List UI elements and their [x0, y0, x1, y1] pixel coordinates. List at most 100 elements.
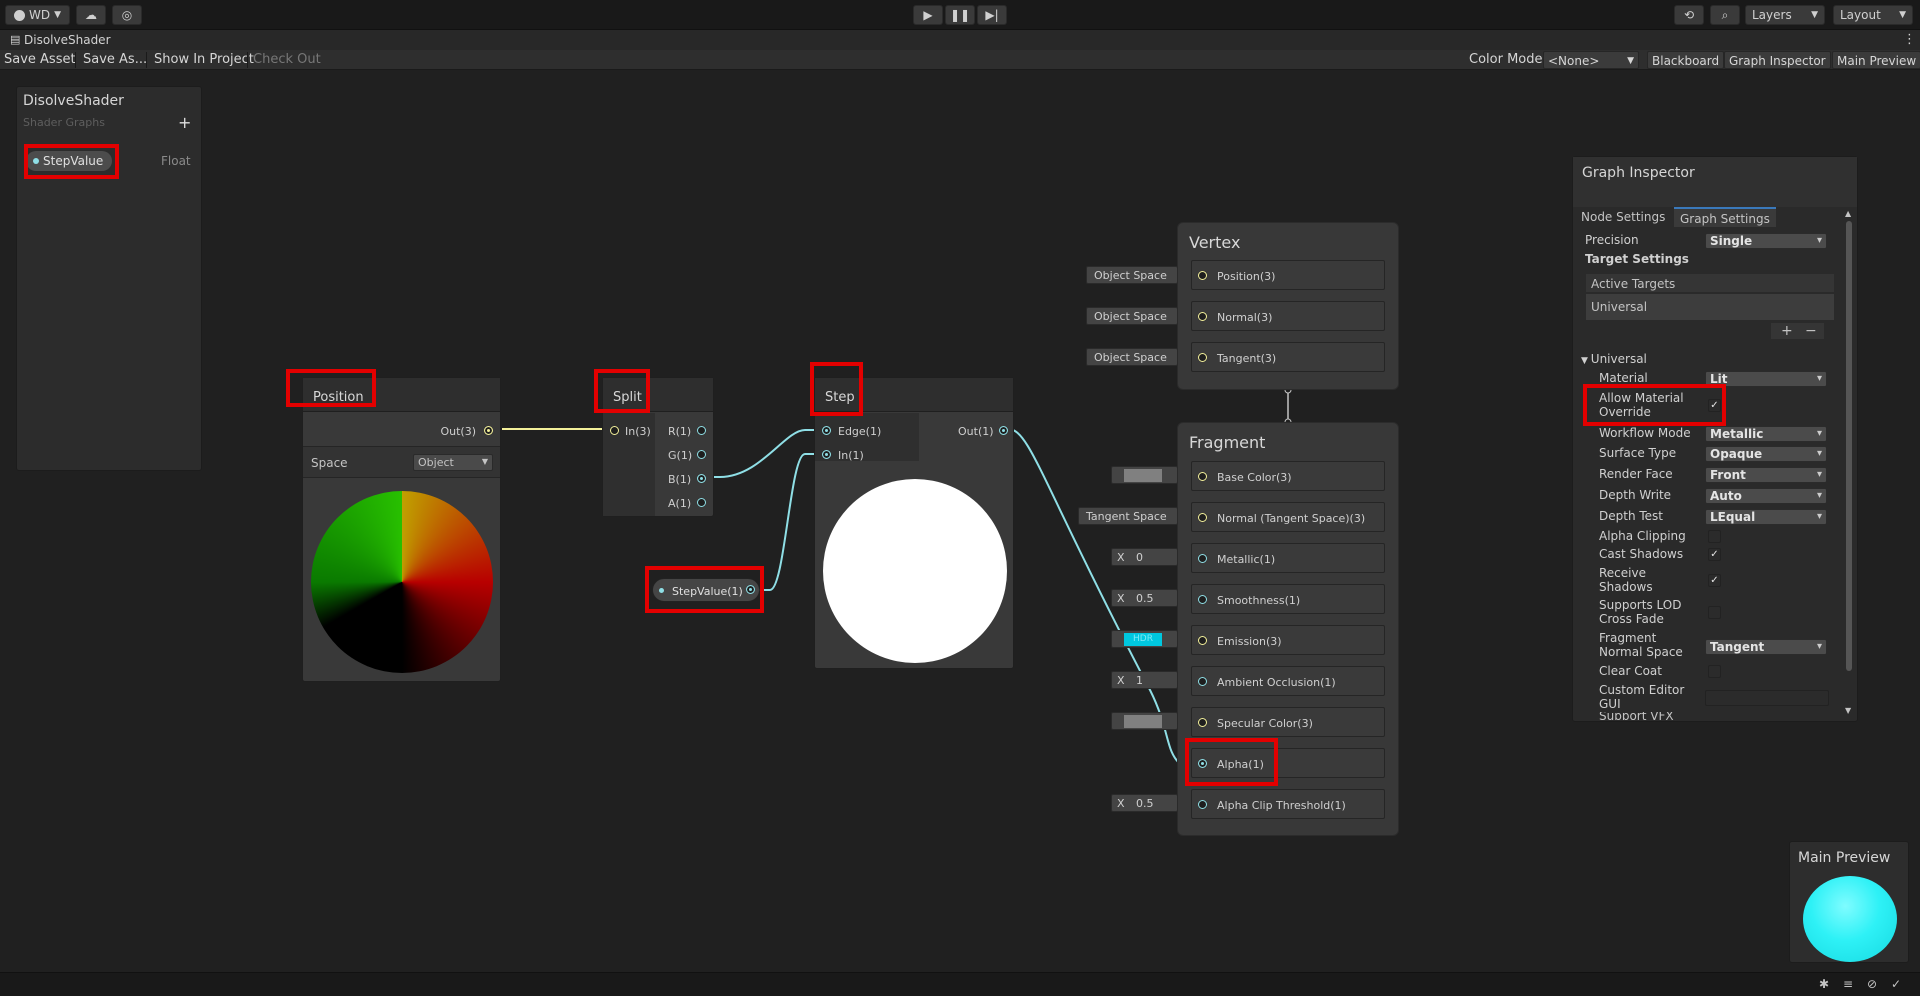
scroll-thumb[interactable]: [1846, 221, 1852, 671]
status-bar: ✱ ≡ ⊘ ✓: [0, 972, 1920, 996]
clear-coat-checkbox[interactable]: [1708, 665, 1721, 678]
normal-input[interactable]: Tangent Space: [1078, 507, 1178, 525]
alpha-port[interactable]: [1198, 759, 1207, 768]
inspector-title: Graph Inspector: [1582, 165, 1695, 181]
fragment-emission-slot[interactable]: Emission(3): [1191, 625, 1385, 655]
alpha-clip-input[interactable]: X 0.5: [1111, 794, 1178, 812]
vertex-normal-space: Object Space: [1094, 310, 1167, 323]
cast-shadows-label: Cast Shadows: [1599, 547, 1684, 561]
step-in-port[interactable]: [822, 450, 831, 459]
metallic-port[interactable]: [1198, 554, 1207, 563]
base-color-input[interactable]: [1111, 466, 1178, 484]
step-edge-port[interactable]: [822, 426, 831, 435]
step-out-port[interactable]: [999, 426, 1008, 435]
vertex-normal-port[interactable]: [1198, 312, 1207, 321]
preview-sphere: [1803, 876, 1897, 962]
vertex-position-input[interactable]: Object Space: [1086, 266, 1178, 284]
precision-dropdown[interactable]: Single: [1705, 233, 1827, 249]
split-in-port[interactable]: [610, 426, 619, 435]
x-label: X: [1117, 797, 1125, 810]
allow-override-checkbox[interactable]: ✓: [1708, 399, 1721, 412]
support-vfx-row: Support VFX: [1599, 712, 1739, 720]
step-node[interactable]: Step Edge(1) In(1) Out(1): [814, 377, 1014, 669]
space-value: Object: [418, 456, 454, 469]
vertex-position-port[interactable]: [1198, 271, 1207, 280]
position-node[interactable]: Position Out(3) Space Object ▼: [302, 377, 501, 682]
split-a-port[interactable]: [697, 498, 706, 507]
scroll-down-icon[interactable]: ▼: [1845, 706, 1851, 715]
supports-lod-checkbox[interactable]: [1708, 606, 1721, 619]
stack-icon[interactable]: ≡: [1843, 977, 1853, 991]
debug-icon[interactable]: ✱: [1819, 977, 1829, 991]
smoothness-input[interactable]: X 0.5: [1111, 589, 1178, 607]
float-type-icon: [659, 588, 664, 593]
surface-dropdown[interactable]: Opaque: [1705, 446, 1827, 462]
alpha-clipping-checkbox[interactable]: [1708, 530, 1721, 543]
position-out-port[interactable]: [484, 426, 493, 435]
base-color-port[interactable]: [1198, 472, 1207, 481]
depth-test-dropdown[interactable]: LEqual: [1705, 509, 1827, 525]
normal-port[interactable]: [1198, 513, 1207, 522]
fragment-normal-label: Fragment Normal Space: [1599, 631, 1683, 659]
space-dropdown[interactable]: Object ▼: [413, 454, 493, 471]
vertex-normal-slot[interactable]: Normal(3): [1191, 301, 1385, 331]
emission-label: Emission(3): [1217, 635, 1282, 648]
fragment-smoothness-slot[interactable]: Smoothness(1): [1191, 584, 1385, 614]
smoothness-value: 0.5: [1136, 592, 1154, 605]
material-dropdown[interactable]: Lit: [1705, 371, 1827, 387]
emission-input[interactable]: HDR: [1111, 630, 1178, 648]
remove-target-icon[interactable]: −: [1805, 323, 1817, 339]
split-b-port[interactable]: [697, 474, 706, 483]
specular-port[interactable]: [1198, 718, 1207, 727]
check-circle-icon[interactable]: ✓: [1891, 977, 1901, 991]
vertex-tangent-input[interactable]: Object Space: [1086, 348, 1178, 366]
vertex-normal-input[interactable]: Object Space: [1086, 307, 1178, 325]
active-target-item[interactable]: Universal: [1585, 293, 1835, 321]
metallic-input[interactable]: X0: [1111, 548, 1178, 566]
smoothness-port[interactable]: [1198, 595, 1207, 604]
fragment-base-color-slot[interactable]: Base Color(3): [1191, 461, 1385, 491]
split-r-port[interactable]: [697, 426, 706, 435]
add-target-icon[interactable]: +: [1781, 323, 1793, 339]
vertex-tangent-port[interactable]: [1198, 353, 1207, 362]
tab-graph-settings[interactable]: Graph Settings: [1674, 207, 1776, 227]
hdr-swatch: HDR: [1124, 633, 1162, 646]
scroll-up-icon[interactable]: ▲: [1845, 209, 1851, 218]
custom-editor-field[interactable]: [1705, 690, 1829, 706]
depth-write-dropdown[interactable]: Auto: [1705, 488, 1827, 504]
universal-foldout[interactable]: ▼ Universal: [1581, 352, 1647, 368]
alpha-clip-port[interactable]: [1198, 800, 1207, 809]
split-g-port[interactable]: [697, 450, 706, 459]
ao-input[interactable]: X1: [1111, 671, 1178, 689]
fragment-alpha-slot[interactable]: Alpha(1): [1191, 748, 1385, 778]
fragment-specular-slot[interactable]: Specular Color(3): [1191, 707, 1385, 737]
vertex-tangent-slot[interactable]: Tangent(3): [1191, 342, 1385, 372]
emission-port[interactable]: [1198, 636, 1207, 645]
fragment-normal-dropdown[interactable]: Tangent: [1705, 639, 1827, 655]
support-vfx-label: Support VFX: [1599, 712, 1674, 720]
depth-write-value: Auto: [1710, 489, 1742, 503]
normal-label: Normal (Tangent Space)(3): [1217, 512, 1366, 525]
fragment-alpha-clip-slot[interactable]: Alpha Clip Threshold(1): [1191, 789, 1385, 819]
bug-off-icon[interactable]: ⊘: [1867, 977, 1877, 991]
specular-input[interactable]: [1111, 712, 1178, 730]
render-face-dropdown[interactable]: Front: [1705, 467, 1827, 483]
universal-section-label: Universal: [1590, 352, 1647, 366]
split-in-label: In(3): [625, 425, 651, 438]
fragment-metallic-slot[interactable]: Metallic(1): [1191, 543, 1385, 573]
main-preview-panel[interactable]: Main Preview: [1789, 841, 1909, 963]
inspector-header: Graph Inspector: [1573, 157, 1857, 207]
vertex-position-slot[interactable]: Position(3): [1191, 260, 1385, 290]
fragment-ao-slot[interactable]: Ambient Occlusion(1): [1191, 666, 1385, 696]
inspector-scrollbar[interactable]: ▲ ▼: [1845, 209, 1853, 715]
tab-node-settings[interactable]: Node Settings: [1577, 207, 1671, 227]
cast-shadows-checkbox[interactable]: ✓: [1708, 548, 1721, 561]
stepvalue-property-node[interactable]: StepValue(1): [652, 578, 760, 602]
position-preview: [311, 491, 493, 673]
stepvalue-out-port[interactable]: [746, 585, 755, 594]
receive-shadows-checkbox[interactable]: ✓: [1708, 574, 1721, 587]
workflow-dropdown[interactable]: Metallic: [1705, 426, 1827, 442]
ao-port[interactable]: [1198, 677, 1207, 686]
split-node[interactable]: Split In(3) R(1) G(1) B(1) A(1): [602, 377, 714, 517]
fragment-normal-slot[interactable]: Normal (Tangent Space)(3): [1191, 502, 1385, 532]
